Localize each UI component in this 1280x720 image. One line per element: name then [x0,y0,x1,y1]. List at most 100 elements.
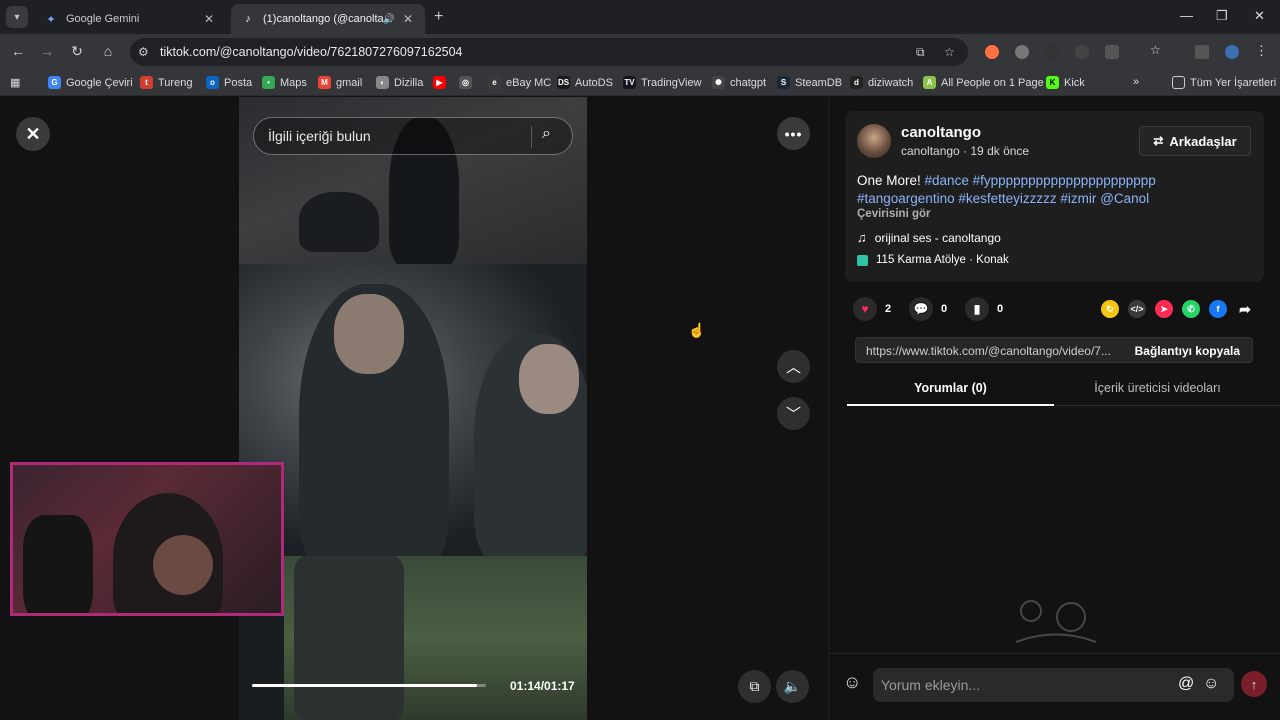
bookmark-maps[interactable]: • Maps [262,76,307,89]
address-bar[interactable]: tiktok.com/@canoltango/video/76218072760… [130,38,968,66]
audio-playing-icon[interactable]: 🔊 [383,14,395,25]
close-tab-icon[interactable]: ✕ [202,12,216,26]
bookmark-kick[interactable]: K Kick [1046,76,1085,89]
progress-fill [252,684,477,687]
user-avatar-icon[interactable]: ☺ [843,672,865,698]
bookmark-chatgpt[interactable]: ✺ chatgpt [712,76,766,89]
bookmark-tureng[interactable]: t Tureng [140,76,192,89]
volume-button[interactable]: 🔈 [776,670,809,703]
bookmark-star-icon[interactable]: ☆ [944,45,955,59]
new-tab-button[interactable]: + [434,8,443,26]
search-icon[interactable]: ⌕ [542,125,551,143]
tab-comments[interactable]: Yorumlar (0) [847,381,1054,395]
hashtag[interactable]: #fypppppppppppppppppppppp [973,173,1156,188]
post-description: One More! #dance #fypppppppppppppppppppp… [857,173,1156,206]
tab-creator-videos[interactable]: İçerik üreticisi videoları [1054,381,1261,395]
forward-icon[interactable]: → [37,43,57,59]
send-comment-button[interactable]: ↑ [1241,671,1267,697]
creator-username[interactable]: canoltango [901,124,981,141]
bookmark-autods[interactable]: DS AutoDS [557,76,613,89]
extension-icon[interactable] [985,45,999,59]
menu-kebab-icon[interactable]: ⋮ [1255,43,1269,58]
emoji-icon[interactable]: ☺ [1203,675,1219,693]
media-controls-icon[interactable] [1195,45,1209,59]
bookmark-youtube[interactable]: ▶ [433,76,451,89]
location-link[interactable]: 115 Karma Atölye · Konak [857,254,1009,266]
mention[interactable]: @Canol [1100,191,1149,206]
maps-icon: • [262,76,275,89]
minimize-icon[interactable]: — [1180,8,1193,23]
mention-at-icon[interactable]: @ [1178,675,1194,693]
bookmark-gmail[interactable]: Mgmail [318,76,362,89]
copy-link-button[interactable]: Bağlantıyı kopyala [1135,344,1240,358]
steamdb-icon: S [777,76,790,89]
close-tab-icon[interactable]: ✕ [401,12,415,26]
profile-avatar[interactable] [1225,45,1239,59]
tab-google-gemini[interactable]: ✦ Google Gemini ✕ [34,4,226,34]
previous-video-button[interactable]: ︿ [777,350,810,383]
apps-grid-icon[interactable]: ▦ [10,76,20,89]
music-link[interactable]: ♫ orijinal ses - canoltango [857,230,1001,245]
site-info-icon[interactable]: ⚙ [138,45,149,59]
bookmark-unknown[interactable]: ◎ [459,76,477,89]
bookmark-dizilla[interactable]: ◐ Dizilla [376,76,423,89]
reload-icon[interactable]: ↻ [67,43,87,60]
pip-button[interactable]: ⧉ [738,670,771,703]
translate-link[interactable]: Çevirisini gör [857,208,931,220]
webcam-overlay [10,462,284,616]
circle-icon: ◎ [459,76,472,89]
extensions-puzzle-icon[interactable] [1105,45,1119,59]
all-people-icon: A [923,76,936,89]
window-close-icon[interactable]: ✕ [1254,8,1265,24]
tab-tiktok[interactable]: ♪ (1)canoltango (@canoltango 🔊 ✕ [231,4,425,34]
bookmark-posta[interactable]: o Posta [206,76,252,89]
extension-icon[interactable] [1075,45,1089,59]
bookmark-google-ceviri[interactable]: G Google Çeviri [48,76,133,89]
close-video-button[interactable]: ✕ [16,117,50,151]
hashtag[interactable]: #dance [925,173,969,188]
bookmark-tradingview[interactable]: TV TradingView [623,76,702,89]
bookmarks-icon[interactable]: ☆ [1150,43,1164,57]
tab-title: (1)canoltango (@canoltango [263,13,383,25]
bookmark-all-people[interactable]: A All People on 1 Page [923,76,1044,89]
bookmark-steamdb[interactable]: S SteamDB [777,76,842,89]
hashtag[interactable]: #izmir [1060,191,1096,206]
save-button[interactable]: ▮ 0 [965,297,1003,321]
related-search-input[interactable]: İlgili içeriği bulun ⌕ [253,117,573,155]
whatsapp-icon[interactable]: ✆ [1182,300,1200,318]
video-progress-bar[interactable] [252,684,486,687]
share-arrow-icon[interactable]: ➦ [1236,300,1254,318]
bookmark-ebay-mc[interactable]: e eBay MC [488,76,551,89]
embed-code-icon[interactable]: </> [1128,300,1146,318]
hashtag[interactable]: #kesfetteyizzzzz [958,191,1056,206]
bookmark-icon: ▮ [965,297,989,321]
next-video-button[interactable]: ﹀ [777,397,810,430]
bookmark-diziwatch[interactable]: d diziwatch [850,76,913,89]
repost-icon[interactable]: ↻ [1101,300,1119,318]
extension-icon[interactable] [1045,45,1059,59]
all-bookmarks-folder[interactable]: Tüm Yer İşaretleri [1172,76,1276,89]
home-icon[interactable]: ⌂ [98,43,118,59]
install-app-icon[interactable]: ⧉ [916,45,925,60]
mouse-cursor-icon: ☝ [688,322,706,338]
share-link-url[interactable]: https://www.tiktok.com/@canoltango/video… [866,344,1120,358]
like-button[interactable]: ♥ 2 [853,297,891,321]
restore-icon[interactable]: ❐ [1216,8,1228,24]
location-pin-icon [857,254,868,266]
facebook-icon[interactable]: f [1209,300,1227,318]
send-to-friends-icon[interactable]: ➤ [1155,300,1173,318]
diziwatch-icon: d [850,76,863,89]
video-player[interactable] [239,97,587,720]
panel-tabs: Yorumlar (0) İçerik üreticisi videoları [847,373,1280,406]
back-icon[interactable]: ← [8,43,28,59]
bookmarks-overflow-icon[interactable]: » [1133,76,1139,88]
comment-input[interactable]: Yorum ekleyin... @ ☺ [873,668,1234,702]
comment-button[interactable]: 💬 0 [909,297,947,321]
action-bar: ♥ 2 💬 0 ▮ 0 ↻ </> ➤ ✆ f ➦ [853,297,1273,321]
friends-button[interactable]: ⇄ Arkadaşlar [1139,126,1251,156]
more-options-button[interactable]: ••• [777,117,810,150]
hashtag[interactable]: #tangoargentino [857,191,955,206]
creator-avatar[interactable] [857,124,891,158]
extension-icon[interactable] [1015,45,1029,59]
tab-search-icon[interactable]: ▾ [6,6,28,28]
